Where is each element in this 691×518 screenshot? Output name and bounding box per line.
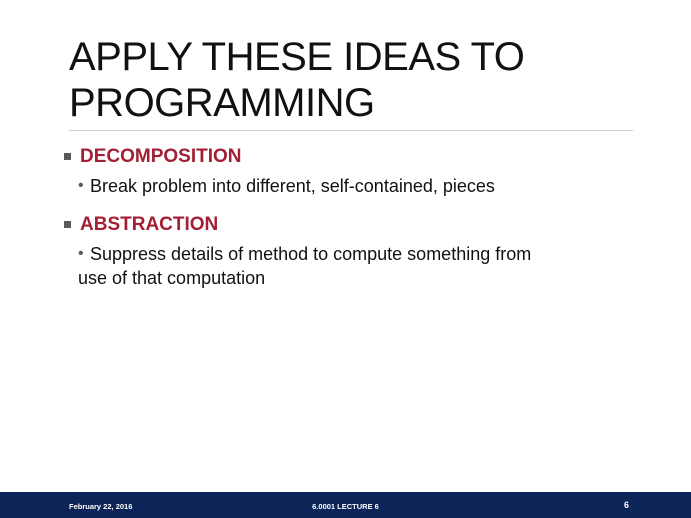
bullet-decomposition: DECOMPOSITION bbox=[62, 144, 632, 170]
bullet-heading: ABSTRACTION bbox=[80, 214, 219, 235]
dot-bullet-icon: • bbox=[78, 177, 84, 194]
square-bullet-icon bbox=[64, 153, 71, 160]
sub-bullet-abstraction: • Suppress details of method to compute … bbox=[62, 242, 632, 266]
sub-bullet-text-line-2: use of that computation bbox=[78, 268, 266, 288]
sub-bullet-text-line-1: Suppress details of method to compute so… bbox=[90, 244, 532, 264]
square-bullet-icon bbox=[64, 221, 71, 228]
slide-body: DECOMPOSITION • Break problem into diffe… bbox=[62, 144, 632, 290]
sub-bullet-abstraction-continued: use of that computation bbox=[62, 266, 632, 290]
footer-page-number: 6 bbox=[623, 500, 629, 510]
title-divider bbox=[69, 130, 633, 131]
sub-bullet-text: Break problem into different, self-conta… bbox=[90, 176, 495, 196]
sub-bullet-decomposition: • Break problem into different, self-con… bbox=[62, 174, 632, 198]
slide: APPLY THESE IDEAS TO PROGRAMMING DECOMPO… bbox=[0, 0, 691, 518]
title-line-1: APPLY THESE IDEAS TO bbox=[69, 35, 525, 79]
dot-bullet-icon: • bbox=[78, 245, 84, 262]
slide-title: APPLY THESE IDEAS TO PROGRAMMING bbox=[69, 34, 649, 126]
footer-course: 6.0001 LECTURE 6 bbox=[312, 502, 379, 511]
bullet-heading: DECOMPOSITION bbox=[80, 146, 242, 167]
title-line-2: PROGRAMMING bbox=[69, 81, 375, 125]
slide-footer: February 22, 2016 6.0001 LECTURE 6 6 bbox=[0, 492, 691, 518]
bullet-abstraction: ABSTRACTION bbox=[62, 212, 632, 238]
